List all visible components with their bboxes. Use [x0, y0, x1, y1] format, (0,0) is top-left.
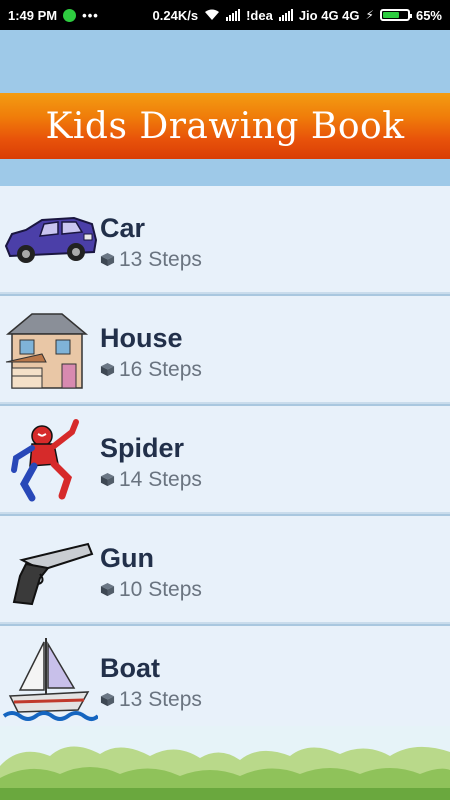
network-speed: 0.24K/s — [152, 7, 199, 23]
whatsapp-icon — [63, 8, 77, 22]
item-steps: 10 Steps — [100, 578, 202, 602]
cube-icon — [100, 472, 115, 487]
cube-icon — [100, 362, 115, 377]
list-item-house[interactable]: House 16 Steps — [0, 296, 450, 406]
title-bar: Kids Drawing Book — [0, 93, 450, 159]
item-title: House — [100, 322, 183, 353]
list-item-spider[interactable]: Spider 14 Steps — [0, 406, 450, 516]
carrier-1: !dea — [246, 7, 273, 23]
status-bar: 1:49 PM ••• 0.24K/s !dea Jio 4G 4G ⚡ 65% — [0, 0, 450, 30]
item-meta: Car 13 Steps — [100, 207, 202, 272]
status-right: 0.24K/s !dea Jio 4G 4G ⚡ 65% — [153, 8, 442, 23]
spider-thumbnail — [0, 411, 100, 507]
item-steps-label: 16 Steps — [119, 357, 202, 381]
status-left: 1:49 PM ••• — [8, 8, 99, 23]
item-steps: 16 Steps — [100, 358, 202, 382]
carrier-2: Jio 4G 4G — [298, 7, 360, 23]
item-steps-label: 14 Steps — [119, 467, 202, 491]
app-title: Kids Drawing Book — [45, 105, 405, 147]
cube-icon — [100, 252, 115, 267]
item-steps-label: 13 Steps — [119, 687, 202, 711]
item-meta: Spider 14 Steps — [100, 427, 202, 492]
list-item-boat[interactable]: Boat 13 Steps — [0, 626, 450, 736]
wifi-icon — [205, 9, 220, 20]
item-meta: Boat 13 Steps — [100, 647, 202, 712]
drawing-list[interactable]: Car 13 Steps House 16 Steps Spider 14 St… — [0, 186, 450, 736]
item-steps: 14 Steps — [100, 468, 202, 492]
cube-icon — [100, 692, 115, 707]
signal-icon — [226, 9, 241, 21]
item-steps: 13 Steps — [100, 248, 202, 272]
item-title: Gun — [100, 542, 154, 573]
car-thumbnail — [0, 191, 100, 287]
list-item-car[interactable]: Car 13 Steps — [0, 186, 450, 296]
more-dots-icon: ••• — [82, 7, 99, 23]
grass-illustration — [0, 746, 450, 800]
clock: 1:49 PM — [8, 7, 58, 23]
item-steps: 13 Steps — [100, 688, 202, 712]
item-title: Spider — [100, 432, 185, 463]
boat-thumbnail — [0, 631, 100, 727]
item-title: Car — [100, 212, 146, 243]
signal-icon-2 — [278, 9, 293, 21]
item-steps-label: 13 Steps — [119, 247, 202, 271]
charging-icon: ⚡ — [365, 8, 374, 22]
item-meta: Gun 10 Steps — [100, 537, 202, 602]
battery-percent: 65% — [415, 7, 442, 23]
item-meta: House 16 Steps — [100, 317, 202, 382]
item-steps-label: 10 Steps — [119, 577, 202, 601]
house-thumbnail — [0, 301, 100, 397]
battery-icon — [379, 9, 412, 21]
grass-footer — [0, 726, 450, 800]
list-item-gun[interactable]: Gun 10 Steps — [0, 516, 450, 626]
cube-icon — [100, 582, 115, 597]
item-title: Boat — [100, 652, 160, 683]
gun-thumbnail — [0, 521, 100, 617]
